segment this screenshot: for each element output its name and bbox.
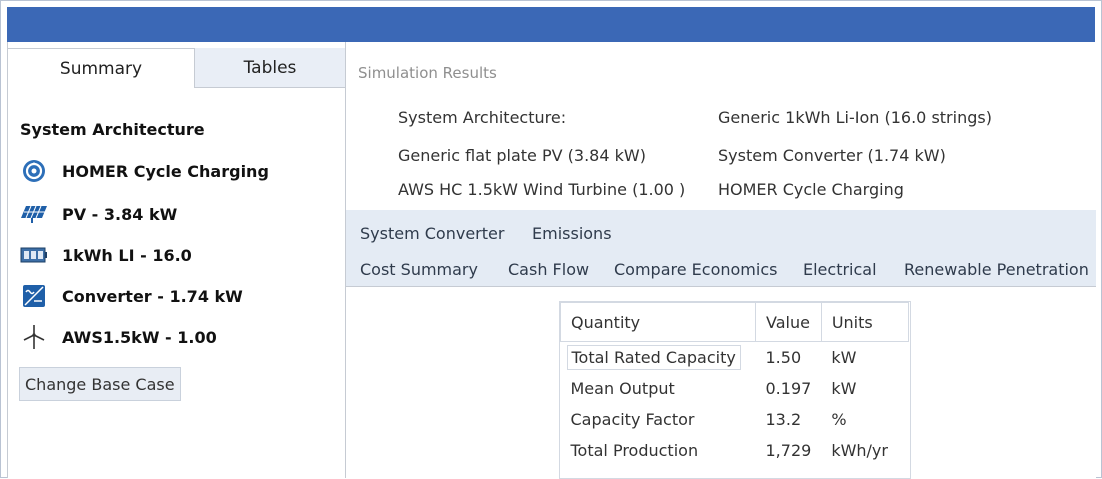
architecture-item: Generic flat plate PV (3.84 kW) xyxy=(398,146,646,165)
homer-dispatch-icon xyxy=(20,158,48,184)
summary-panel: Summary Tables System Architecture HOMER… xyxy=(8,42,346,478)
architecture-item: HOMER Cycle Charging xyxy=(718,180,904,199)
cell-value: 1,729 xyxy=(765,441,812,460)
component-label: PV - 3.84 kW xyxy=(62,204,178,224)
architecture-item: AWS HC 1.5kW Wind Turbine (1.00 ) xyxy=(398,180,686,199)
column-header-value[interactable]: Value xyxy=(755,302,822,342)
cell-quantity: Total Production xyxy=(570,441,699,460)
tab-compare-economics[interactable]: Compare Economics xyxy=(614,260,777,279)
tab-system-converter[interactable]: System Converter xyxy=(360,224,504,243)
architecture-item: Generic 1kWh Li-Ion (16.0 strings) xyxy=(718,108,992,127)
converter-icon xyxy=(20,283,48,309)
tab-renewable-penetration[interactable]: Renewable Penetration xyxy=(904,260,1089,279)
system-architecture-heading: System Architecture xyxy=(20,120,205,139)
component-converter[interactable]: Converter - 1.74 kW xyxy=(20,282,243,310)
tab-cash-flow[interactable]: Cash Flow xyxy=(508,260,589,279)
cell-quantity: Mean Output xyxy=(570,379,675,398)
simulation-results-panel: Simulation Results System Architecture: … xyxy=(346,42,1096,479)
component-battery[interactable]: 1kWh LI - 16.0 xyxy=(20,241,192,269)
table-row[interactable]: Mean Output 0.197 kW xyxy=(561,373,909,404)
cell-value: 0.197 xyxy=(765,379,812,398)
column-header-quantity[interactable]: Quantity xyxy=(560,302,756,342)
wind-turbine-icon xyxy=(20,324,48,350)
tab-emissions[interactable]: Emissions xyxy=(532,224,612,243)
cell-value: 13.2 xyxy=(765,410,802,429)
tab-summary[interactable]: Summary xyxy=(8,48,195,88)
column-header-units[interactable]: Units xyxy=(820,302,909,342)
table-header-row: Quantity Value Units xyxy=(560,302,909,342)
component-label: 1kWh LI - 16.0 xyxy=(62,245,192,265)
cell-units: kWh/yr xyxy=(831,441,888,460)
cell-value: 1.50 xyxy=(765,348,802,367)
component-label: Converter - 1.74 kW xyxy=(62,286,243,306)
wind-turbine-results-table: Quantity Value Units Total Rated Capacit… xyxy=(560,302,909,466)
cell-quantity: Capacity Factor xyxy=(570,410,695,429)
table-row[interactable]: Total Production 1,729 kWh/yr xyxy=(561,435,909,466)
simulation-results-heading: Simulation Results xyxy=(358,64,497,82)
cell-units: kW xyxy=(831,379,857,398)
tab-tables[interactable]: Tables xyxy=(195,48,345,88)
tab-cost-summary[interactable]: Cost Summary xyxy=(360,260,478,279)
app-body: Summary Tables System Architecture HOMER… xyxy=(7,42,1096,479)
cell-quantity: Total Rated Capacity xyxy=(561,342,756,374)
architecture-item: System Converter (1.74 kW) xyxy=(718,146,946,165)
results-tab-strip: System Converter Emissions Cost Summary … xyxy=(346,210,1096,287)
component-label: HOMER Cycle Charging xyxy=(62,161,269,181)
change-base-case-button[interactable]: Change Base Case xyxy=(19,367,181,401)
architecture-label: System Architecture: xyxy=(398,108,567,127)
component-homer-dispatch[interactable]: HOMER Cycle Charging xyxy=(20,157,269,185)
cell-units: kW xyxy=(831,348,857,367)
title-bar xyxy=(7,7,1095,42)
pv-panel-icon xyxy=(20,201,48,227)
battery-icon xyxy=(20,242,48,268)
cell-units: % xyxy=(831,410,847,429)
component-wind-turbine[interactable]: AWS1.5kW - 1.00 xyxy=(20,323,217,351)
component-pv[interactable]: PV - 3.84 kW xyxy=(20,200,177,228)
table-row[interactable]: Capacity Factor 13.2 % xyxy=(561,404,909,435)
component-label: AWS1.5kW - 1.00 xyxy=(62,327,217,347)
tab-electrical[interactable]: Electrical xyxy=(803,260,877,279)
table-row[interactable]: Total Rated Capacity 1.50 kW xyxy=(561,342,909,374)
